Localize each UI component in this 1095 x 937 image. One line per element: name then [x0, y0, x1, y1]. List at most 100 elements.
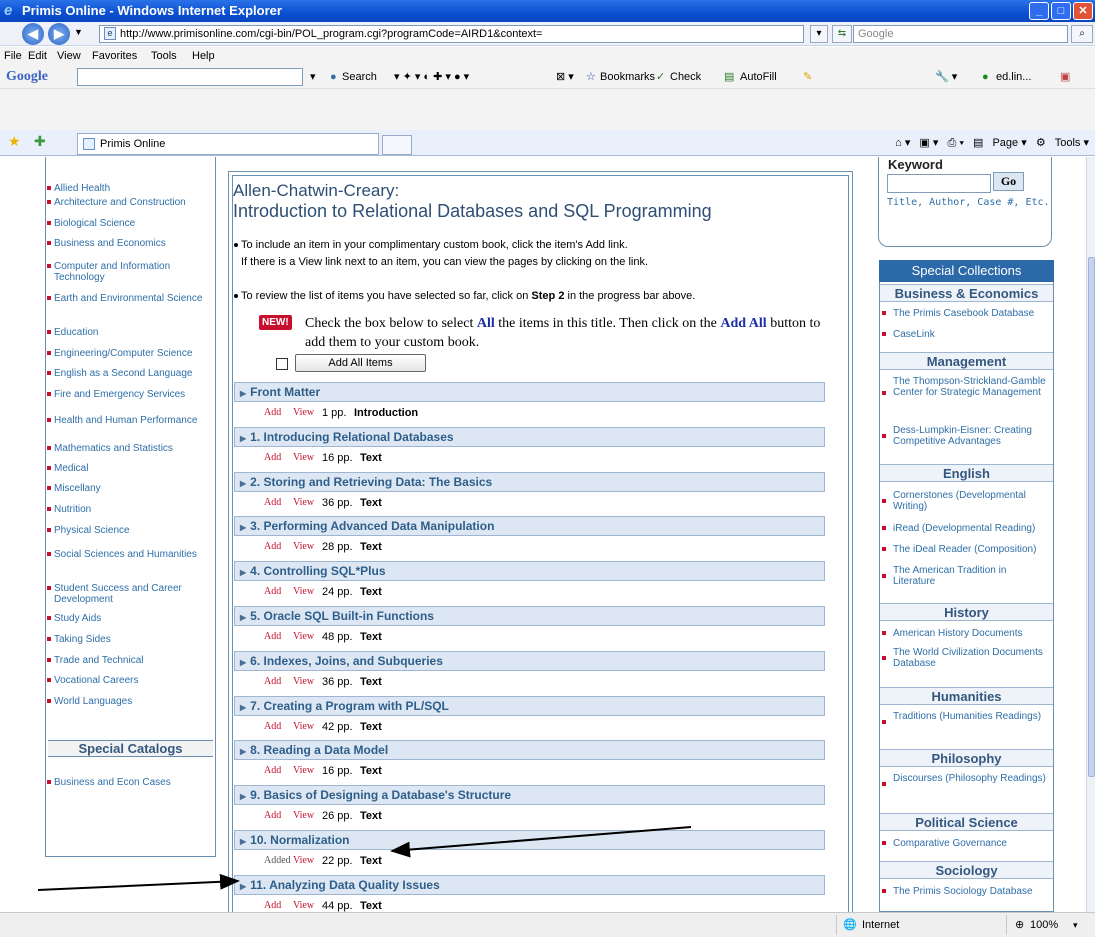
url-input[interactable]: e http://www.primisonline.com/cgi-bin/POL… [99, 25, 804, 43]
view-link[interactable]: View [293, 540, 314, 554]
view-link[interactable]: View [293, 854, 314, 868]
view-link[interactable]: View [293, 496, 314, 510]
highlight-icon[interactable]: ✎ [803, 65, 812, 89]
view-link[interactable]: View [293, 720, 314, 734]
home-icon[interactable]: ⌂ ▾ [895, 137, 910, 149]
vertical-scrollbar[interactable] [1086, 157, 1095, 912]
add-link[interactable]: Add [264, 630, 281, 644]
collection-link[interactable]: Comparative Governance [882, 838, 1051, 849]
chapter-header[interactable]: ▶ 11. Analyzing Data Quality Issues [234, 874, 825, 895]
menu-view[interactable]: View [57, 47, 81, 65]
category-link[interactable]: Earth and Environmental Science [47, 293, 214, 304]
view-link[interactable]: View [293, 585, 314, 599]
expand-arrow-icon[interactable]: ▶ [240, 703, 246, 712]
category-link[interactable]: Medical [47, 463, 214, 474]
menu-file[interactable]: File [4, 47, 22, 65]
collection-link[interactable]: iRead (Developmental Reading) [882, 523, 1051, 534]
zoom-icon[interactable]: ⊕ [1015, 913, 1024, 937]
menu-tools[interactable]: Tools [151, 47, 177, 65]
check-button[interactable]: Check [670, 65, 701, 89]
select-all-checkbox[interactable] [276, 358, 288, 370]
zoom-level[interactable]: 100% [1030, 913, 1058, 937]
expand-arrow-icon[interactable]: ▶ [240, 658, 246, 667]
collection-link[interactable]: Dess-Lumpkin-Eisner: Creating Competitiv… [882, 425, 1051, 447]
category-link[interactable]: Physical Science [47, 525, 214, 536]
print-icon[interactable]: ⎙ ▾ [947, 137, 963, 149]
collection-link[interactable]: American History Documents [882, 628, 1051, 639]
tab-primis-online[interactable]: Primis Online [77, 133, 379, 155]
feeds-icon[interactable]: ▣ ▾ [919, 137, 938, 149]
google-dropdown-icon[interactable]: ▾ [310, 65, 316, 89]
chapter-header[interactable]: ▶ 10. Normalization [234, 830, 825, 850]
view-link[interactable]: View [293, 899, 314, 912]
view-link[interactable]: View [293, 764, 314, 778]
view-link[interactable]: View [293, 406, 314, 420]
category-link[interactable]: Vocational Careers [47, 675, 214, 686]
keyword-input[interactable] [887, 174, 991, 193]
category-link[interactable]: Education [47, 327, 214, 338]
category-link[interactable]: Social Sciences and Humanities [47, 549, 214, 560]
chapter-header[interactable]: ▶ 9. Basics of Designing a Database's Str… [234, 785, 825, 806]
expand-arrow-icon[interactable]: ▶ [240, 389, 246, 398]
page-menu-button[interactable]: ▤ Page ▾ [973, 137, 1027, 149]
toolbar-icons[interactable]: ▾ ✦ ▾ ◐ ✚ ▾ ● ▾ [394, 65, 469, 89]
chapter-header[interactable]: ▶ 5. Oracle SQL Built-in Functions [234, 606, 825, 626]
forward-button[interactable]: ▶ [48, 23, 70, 45]
category-link[interactable]: English as a Second Language [47, 368, 214, 379]
add-link[interactable]: Add [264, 809, 281, 823]
chapter-header[interactable]: ▶ 3. Performing Advanced Data Manipulatio… [234, 516, 825, 537]
back-button[interactable]: ◀ [22, 23, 44, 45]
menu-favorites[interactable]: Favorites [92, 47, 137, 65]
category-link[interactable]: Nutrition [47, 504, 214, 515]
expand-arrow-icon[interactable]: ▶ [240, 837, 246, 846]
add-favorite-icon[interactable]: ✚ [34, 133, 46, 150]
tools-menu-button[interactable]: ⚙ Tools ▾ [1036, 137, 1089, 149]
add-link[interactable]: Add [264, 451, 281, 465]
add-link[interactable]: Add [264, 720, 281, 734]
collection-link[interactable]: Cornerstones (Developmental Writing) [882, 490, 1051, 512]
settings-wrench-icon[interactable]: 🔧 ▾ [935, 65, 957, 89]
add-link[interactable]: Add [264, 764, 281, 778]
expand-arrow-icon[interactable]: ▶ [240, 434, 246, 443]
expand-arrow-icon[interactable]: ▶ [240, 792, 246, 801]
expand-arrow-icon[interactable]: ▶ [240, 523, 246, 532]
autofill-button[interactable]: AutoFill [740, 65, 777, 89]
close-button[interactable]: ✕ [1073, 2, 1093, 20]
collection-link[interactable]: The American Tradition in Literature [882, 565, 1051, 587]
expand-arrow-icon[interactable]: ▶ [240, 747, 246, 756]
category-link[interactable]: World Languages [47, 696, 214, 707]
chapter-header[interactable]: ▶ 7. Creating a Program with PL/SQL [234, 695, 825, 716]
chapter-header[interactable]: ▶ 8. Reading a Data Model [234, 740, 825, 761]
collection-link[interactable]: The iDeal Reader (Composition) [882, 544, 1051, 555]
add-link[interactable]: Add [264, 585, 281, 599]
account-button[interactable]: ed.lin... [996, 65, 1031, 89]
chapter-header[interactable]: ▶ 6. Indexes, Joins, and Subqueries [234, 650, 825, 671]
chapter-header[interactable]: ▶ 1. Introducing Relational Databases [234, 426, 825, 447]
collection-link[interactable]: Discourses (Philosophy Readings) [882, 773, 1051, 786]
extension-icon[interactable]: ▣ [1060, 65, 1070, 89]
menu-help[interactable]: Help [192, 47, 215, 65]
add-link[interactable]: Add [264, 496, 281, 510]
menu-edit[interactable]: Edit [28, 47, 47, 65]
bookmarks-button[interactable]: Bookmarks [600, 65, 655, 89]
category-link[interactable]: Allied Health [47, 183, 214, 194]
search-input[interactable]: Google [853, 25, 1068, 43]
category-link[interactable]: Miscellany [47, 483, 214, 494]
google-search-button[interactable]: Search [342, 65, 377, 89]
collection-link[interactable]: The Thompson-Strickland-Gamble Center fo… [882, 376, 1051, 398]
collection-link[interactable]: The World Civilization Documents Databas… [882, 647, 1051, 669]
category-link[interactable]: Student Success and Career Development [47, 583, 214, 605]
expand-arrow-icon[interactable]: ▶ [240, 613, 246, 622]
maximize-button[interactable]: □ [1051, 2, 1071, 20]
collection-link[interactable]: The Primis Casebook Database [882, 308, 1051, 319]
history-dropdown-icon[interactable]: ▼ [74, 27, 83, 37]
google-search-input[interactable] [77, 68, 303, 86]
category-link[interactable]: Computer and Information Technology [47, 261, 214, 283]
category-link[interactable]: Fire and Emergency Services [47, 389, 214, 400]
expand-arrow-icon[interactable]: ▶ [240, 568, 246, 577]
add-link[interactable]: Add [264, 899, 281, 912]
favorites-star-icon[interactable]: ★ [8, 133, 21, 150]
expand-arrow-icon[interactable]: ▶ [240, 479, 246, 488]
add-link[interactable]: Add [264, 406, 281, 420]
chapter-header[interactable]: ▶ Front Matter [234, 382, 825, 402]
